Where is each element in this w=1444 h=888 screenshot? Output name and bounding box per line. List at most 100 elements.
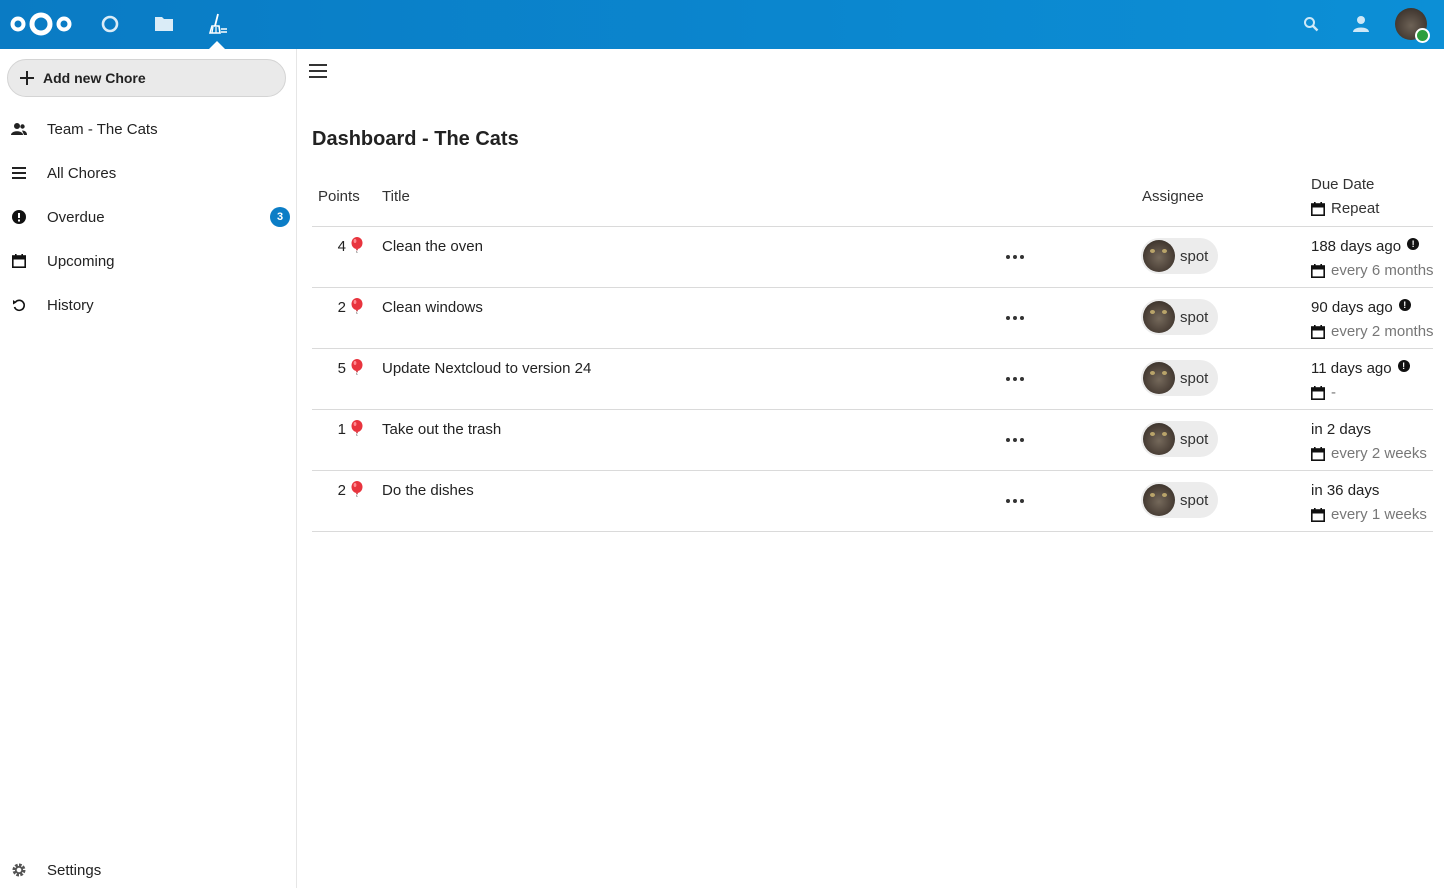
avatar bbox=[1143, 240, 1175, 272]
app-navigation: Add new Chore Team - The Cats All Chores… bbox=[0, 49, 297, 888]
assignee-chip[interactable]: spot bbox=[1141, 482, 1218, 518]
column-header-due-date: Due Date bbox=[1311, 176, 1375, 193]
alert-icon bbox=[11, 209, 27, 225]
repeat-interval: - bbox=[1311, 384, 1336, 401]
avatar bbox=[1143, 362, 1175, 394]
assignee-name: spot bbox=[1180, 491, 1209, 509]
sidebar-item-label: Overdue bbox=[47, 208, 105, 226]
due-date-text: 90 days ago bbox=[1311, 299, 1393, 316]
chore-points: 4 bbox=[337, 238, 346, 255]
chores-icon[interactable] bbox=[205, 12, 229, 36]
repeat-interval: every 2 weeks bbox=[1311, 445, 1427, 462]
calendar-icon bbox=[1311, 507, 1325, 522]
sidebar-item-label: History bbox=[47, 296, 94, 314]
more-actions-icon[interactable] bbox=[1006, 255, 1024, 261]
assignee-name: spot bbox=[1180, 308, 1209, 326]
contacts-icon[interactable] bbox=[1350, 13, 1372, 35]
overdue-alert-icon: ! bbox=[1398, 299, 1411, 311]
avatar bbox=[1143, 484, 1175, 516]
sidebar-item-overdue[interactable]: Overdue 3 bbox=[0, 195, 296, 239]
due-date: 11 days ago! bbox=[1311, 360, 1410, 377]
row-divider bbox=[312, 531, 1433, 532]
due-date: in 36 days bbox=[1311, 482, 1379, 499]
balloon-icon bbox=[351, 420, 363, 436]
repeat-text: every 2 weeks bbox=[1331, 445, 1427, 462]
overdue-alert-icon: ! bbox=[1407, 238, 1420, 250]
overdue-alert-icon: ! bbox=[1397, 360, 1410, 372]
table-row[interactable]: 5 Update Nextcloud to version 24 spot 11… bbox=[312, 349, 1433, 410]
team-icon bbox=[11, 121, 27, 137]
online-status-indicator bbox=[1415, 28, 1430, 43]
repeat-text: - bbox=[1331, 384, 1336, 401]
repeat-header-label: Repeat bbox=[1331, 200, 1380, 217]
calendar-icon bbox=[1311, 446, 1325, 461]
sidebar-item-label: Upcoming bbox=[47, 252, 115, 270]
due-date-text: 11 days ago bbox=[1311, 360, 1392, 377]
chore-title: Clean windows bbox=[382, 299, 483, 316]
due-date: 90 days ago! bbox=[1311, 299, 1411, 316]
top-header bbox=[0, 0, 1444, 49]
more-actions-icon[interactable] bbox=[1006, 499, 1024, 505]
assignee-chip[interactable]: spot bbox=[1141, 421, 1218, 457]
assignee-chip[interactable]: spot bbox=[1141, 360, 1218, 396]
chore-points: 2 bbox=[337, 299, 346, 316]
files-icon[interactable] bbox=[152, 12, 176, 36]
overdue-count-badge: 3 bbox=[270, 207, 290, 227]
more-actions-icon[interactable] bbox=[1006, 377, 1024, 383]
toggle-navigation-icon[interactable] bbox=[309, 64, 327, 78]
chore-title: Update Nextcloud to version 24 bbox=[382, 360, 592, 377]
plus-icon bbox=[20, 71, 34, 85]
sidebar-item-label: Team - The Cats bbox=[47, 120, 158, 138]
table-row[interactable]: 2 Do the dishes spot in 36 days every 1 … bbox=[312, 471, 1433, 532]
sidebar-item-team[interactable]: Team - The Cats bbox=[0, 107, 296, 151]
search-icon[interactable] bbox=[1300, 13, 1322, 35]
assignee-chip[interactable]: spot bbox=[1141, 299, 1218, 335]
sidebar-item-upcoming[interactable]: Upcoming bbox=[0, 239, 296, 283]
repeat-text: every 6 months bbox=[1331, 262, 1434, 279]
assignee-name: spot bbox=[1180, 247, 1209, 265]
calendar-icon bbox=[1311, 385, 1325, 400]
list-icon bbox=[11, 165, 27, 181]
repeat-text: every 1 weeks bbox=[1331, 506, 1427, 523]
sidebar-item-label: All Chores bbox=[47, 164, 117, 182]
calendar-icon bbox=[11, 253, 27, 269]
sidebar-item-history[interactable]: History bbox=[0, 283, 296, 327]
settings-button[interactable]: Settings bbox=[0, 857, 296, 883]
page-title: Dashboard - The Cats bbox=[312, 128, 519, 150]
column-header-title: Title bbox=[382, 188, 410, 205]
calendar-icon bbox=[1311, 201, 1325, 216]
repeat-interval: every 1 weeks bbox=[1311, 506, 1427, 523]
settings-label: Settings bbox=[47, 861, 102, 879]
sidebar-item-all-chores[interactable]: All Chores bbox=[0, 151, 296, 195]
assignee-name: spot bbox=[1180, 369, 1209, 387]
chore-points: 5 bbox=[337, 360, 346, 377]
table-row[interactable]: 1 Take out the trash spot in 2 days ever… bbox=[312, 410, 1433, 471]
chore-points: 2 bbox=[337, 482, 346, 499]
nextcloud-logo[interactable] bbox=[10, 11, 72, 37]
history-icon bbox=[11, 297, 27, 313]
add-new-chore-button[interactable]: Add new Chore bbox=[7, 59, 286, 97]
chore-title: Clean the oven bbox=[382, 238, 483, 255]
column-header-points: Points bbox=[318, 188, 360, 205]
calendar-icon bbox=[1311, 263, 1325, 278]
table-row[interactable]: 4 Clean the oven spot 188 days ago! ever… bbox=[312, 227, 1434, 288]
avatar bbox=[1143, 423, 1175, 455]
column-header-repeat: Repeat bbox=[1311, 200, 1379, 217]
column-header-assignee: Assignee bbox=[1142, 188, 1204, 205]
more-actions-icon[interactable] bbox=[1006, 316, 1024, 322]
active-app-indicator bbox=[209, 41, 225, 49]
chore-points: 1 bbox=[337, 421, 346, 438]
due-date: in 2 days bbox=[1311, 421, 1371, 438]
assignee-chip[interactable]: spot bbox=[1141, 238, 1218, 274]
repeat-interval: every 2 months bbox=[1311, 323, 1434, 340]
balloon-icon bbox=[351, 359, 363, 375]
chore-title: Take out the trash bbox=[382, 421, 502, 438]
assignee-name: spot bbox=[1180, 430, 1209, 448]
add-new-chore-label: Add new Chore bbox=[43, 70, 146, 86]
repeat-text: every 2 months bbox=[1331, 323, 1434, 340]
balloon-icon bbox=[351, 298, 363, 314]
more-actions-icon[interactable] bbox=[1006, 438, 1024, 444]
avatar bbox=[1143, 301, 1175, 333]
dashboard-icon[interactable] bbox=[98, 12, 122, 36]
table-row[interactable]: 2 Clean windows spot 90 days ago! every … bbox=[312, 288, 1434, 349]
